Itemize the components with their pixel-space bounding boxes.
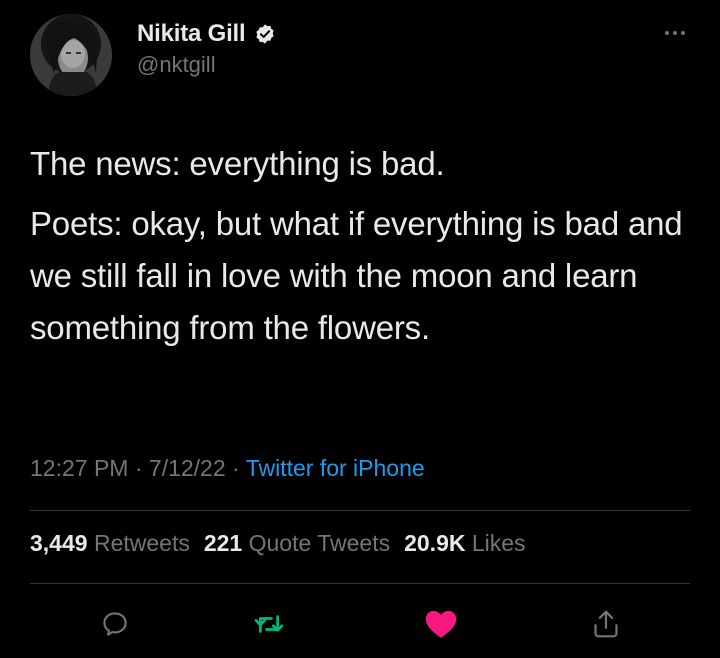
display-name[interactable]: Nikita Gill (137, 20, 246, 48)
tweet-meta: 12:27 PM · 7/12/22 · Twitter for iPhone (30, 455, 425, 482)
tweet: Nikita Gill @nktgill The news: everythin… (0, 0, 720, 658)
tweet-source-link[interactable]: Twitter for iPhone (246, 455, 425, 481)
avatar[interactable] (30, 14, 112, 96)
display-name-row: Nikita Gill (137, 18, 276, 50)
tweet-header: Nikita Gill @nktgill (30, 14, 690, 98)
share-button[interactable] (586, 604, 626, 644)
quotes-stat[interactable]: 221 Quote Tweets (204, 530, 390, 556)
tweet-paragraph: Poets: okay, but what if everything is b… (30, 205, 683, 346)
tweet-time[interactable]: 12:27 PM (30, 455, 128, 481)
share-icon (594, 610, 618, 638)
meta-separator: · (232, 455, 240, 481)
heart-icon (425, 610, 457, 638)
retweet-icon (254, 615, 284, 633)
likes-count: 20.9K (404, 530, 466, 556)
tweet-paragraph: The news: everything is bad. (30, 145, 445, 182)
tweet-text: The news: everything is bad. Poets: okay… (30, 138, 690, 354)
avatar-portrait-icon (30, 14, 112, 96)
retweets-count: 3,449 (30, 530, 88, 556)
like-button[interactable] (421, 604, 461, 644)
divider (30, 510, 690, 511)
handle[interactable]: @nktgill (137, 52, 276, 78)
tweet-actions (0, 600, 720, 650)
likes-label: Likes (471, 530, 526, 556)
meta-separator: · (134, 455, 143, 481)
quotes-label: Quote Tweets (248, 530, 391, 556)
reply-button[interactable] (95, 604, 135, 644)
retweet-button[interactable] (249, 604, 289, 644)
tweet-stats: 3,449 Retweets 221 Quote Tweets 20.9K Like… (30, 530, 526, 557)
verified-badge-icon (254, 23, 276, 45)
reply-icon (103, 612, 127, 636)
author-names: Nikita Gill @nktgill (137, 18, 276, 78)
retweets-stat[interactable]: 3,449 Retweets (30, 530, 190, 556)
divider (30, 583, 690, 584)
retweets-label: Retweets (93, 530, 190, 556)
tweet-date[interactable]: 7/12/22 (149, 455, 226, 481)
quotes-count: 221 (203, 530, 243, 556)
likes-stat[interactable]: 20.9K Likes (404, 530, 525, 556)
more-options-icon[interactable] (660, 24, 690, 42)
